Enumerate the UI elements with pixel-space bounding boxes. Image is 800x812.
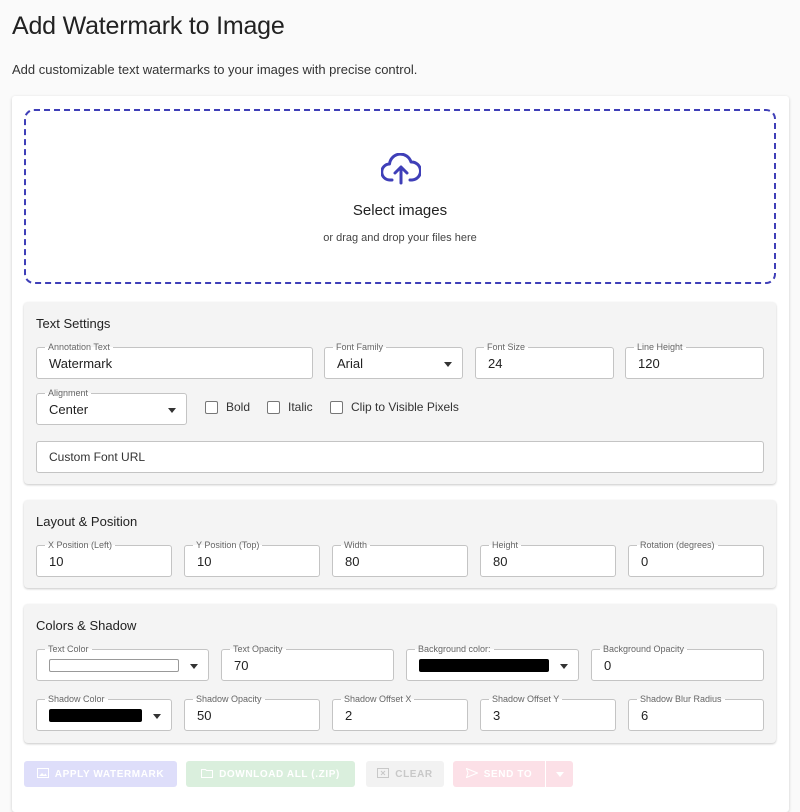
field-label: Shadow Offset X xyxy=(341,693,415,705)
checkbox-icon xyxy=(330,400,343,414)
shadow-offset-y-field[interactable]: Shadow Offset Y 3 xyxy=(480,693,616,731)
font-size-field[interactable]: Font Size 24 xyxy=(475,341,614,379)
field-value: 80 xyxy=(345,554,360,569)
button-label: DOWNLOAD ALL (.ZIP) xyxy=(219,768,340,780)
field-label: Font Size xyxy=(484,341,529,353)
background-color-picker[interactable]: Background color: xyxy=(406,643,579,681)
field-value: Arial xyxy=(337,356,364,371)
field-value: 6 xyxy=(641,708,649,723)
field-label: Line Height xyxy=(634,341,686,353)
field-label: Annotation Text xyxy=(45,341,113,353)
field-label: Rotation (degrees) xyxy=(637,539,718,551)
text-opacity-field[interactable]: Text Opacity 70 xyxy=(221,643,394,681)
checkbox-icon xyxy=(267,400,280,414)
shadow-color-picker[interactable]: Shadow Color xyxy=(36,693,172,731)
shadow-color-swatch xyxy=(49,709,142,722)
shadow-blur-radius-field[interactable]: Shadow Blur Radius 6 xyxy=(628,693,764,731)
section-title: Colors & Shadow xyxy=(36,618,137,633)
field-label: Background Opacity xyxy=(600,643,688,655)
checkbox-label: Bold xyxy=(226,400,251,414)
field-value: 24 xyxy=(488,356,503,371)
x-position-field[interactable]: X Position (Left) 10 xyxy=(36,539,172,577)
shadow-offset-x-field[interactable]: Shadow Offset X 2 xyxy=(332,693,468,731)
field-label: Height xyxy=(489,539,522,551)
download-all-zip-button[interactable]: DOWNLOAD ALL (.ZIP) xyxy=(186,761,355,787)
field-value: 0 xyxy=(641,554,649,569)
field-label: Text Opacity xyxy=(230,643,286,655)
field-label: Width xyxy=(341,539,371,551)
colors-shadow-section: Colors & Shadow Text Color Text Opacity … xyxy=(24,604,776,743)
field-placeholder: Custom Font URL xyxy=(49,450,146,464)
dropzone-title: Select images xyxy=(352,202,448,219)
line-height-field[interactable]: Line Height 120 xyxy=(625,341,764,379)
chevron-down-icon xyxy=(153,714,161,719)
field-label: Font Family xyxy=(333,341,387,353)
section-title: Text Settings xyxy=(36,316,111,331)
send-icon xyxy=(465,767,479,781)
clip-visible-pixels-checkbox[interactable]: Clip to Visible Pixels xyxy=(330,398,459,416)
folder-icon xyxy=(201,768,214,781)
background-color-swatch xyxy=(419,659,549,672)
width-field[interactable]: Width 80 xyxy=(332,539,468,577)
height-field[interactable]: Height 80 xyxy=(480,539,616,577)
apply-watermark-button[interactable]: APPLY WATERMARK xyxy=(24,761,177,787)
y-position-field[interactable]: Y Position (Top) 10 xyxy=(184,539,320,577)
field-label: Text Color xyxy=(45,643,92,655)
checkbox-icon xyxy=(205,400,218,414)
custom-font-url-field[interactable]: Custom Font URL xyxy=(36,441,764,473)
chevron-down-icon xyxy=(555,771,564,777)
layout-position-section: Layout & Position X Position (Left) 10 Y… xyxy=(24,500,776,588)
clear-button[interactable]: CLEAR xyxy=(366,761,444,787)
field-value: Watermark xyxy=(49,356,113,371)
text-color-swatch xyxy=(49,659,179,672)
image-icon xyxy=(36,767,49,781)
cloud-upload-icon xyxy=(381,153,421,185)
clear-icon xyxy=(377,767,390,781)
shadow-opacity-field[interactable]: Shadow Opacity 50 xyxy=(184,693,320,731)
field-value: 0 xyxy=(604,658,612,673)
field-value: 10 xyxy=(49,554,64,569)
text-settings-section: Text Settings Annotation Text Watermark … xyxy=(24,302,776,484)
field-value: 70 xyxy=(234,658,249,673)
field-value: 120 xyxy=(638,356,660,371)
field-value: 50 xyxy=(197,708,212,723)
field-label: Shadow Blur Radius xyxy=(637,693,725,705)
bold-checkbox[interactable]: Bold xyxy=(205,398,250,416)
field-value: Center xyxy=(49,402,89,417)
page-title: Add Watermark to Image xyxy=(12,12,285,40)
button-label: APPLY WATERMARK xyxy=(54,768,165,780)
field-value: 80 xyxy=(493,554,508,569)
checkbox-label: Clip to Visible Pixels xyxy=(351,400,459,414)
annotation-text-field[interactable]: Annotation Text Watermark xyxy=(36,341,313,379)
background-opacity-field[interactable]: Background Opacity 0 xyxy=(591,643,764,681)
field-label: Background color: xyxy=(415,643,494,655)
chevron-down-icon xyxy=(560,664,568,669)
button-label: CLEAR xyxy=(395,768,433,780)
field-label: Shadow Offset Y xyxy=(489,693,563,705)
rotation-field[interactable]: Rotation (degrees) 0 xyxy=(628,539,764,577)
page-subtitle: Add customizable text watermarks to your… xyxy=(12,62,418,77)
button-label: SEND TO xyxy=(483,768,533,780)
field-label: Alignment xyxy=(45,387,92,399)
dropzone-subtitle: or drag and drop your files here xyxy=(323,232,477,244)
font-family-select[interactable]: Font Family Arial xyxy=(324,341,463,379)
chevron-down-icon xyxy=(168,408,176,413)
italic-checkbox[interactable]: Italic xyxy=(267,398,313,416)
text-color-picker[interactable]: Text Color xyxy=(36,643,209,681)
alignment-select[interactable]: Alignment Center xyxy=(36,387,187,425)
section-title: Layout & Position xyxy=(36,514,138,529)
field-label: X Position (Left) xyxy=(45,539,116,551)
chevron-down-icon xyxy=(444,362,452,367)
send-to-dropdown-button[interactable] xyxy=(546,761,573,787)
field-label: Shadow Color xyxy=(45,693,108,705)
field-value: 3 xyxy=(493,708,501,723)
field-label: Shadow Opacity xyxy=(193,693,265,705)
field-label: Y Position (Top) xyxy=(193,539,263,551)
checkbox-label: Italic xyxy=(288,400,313,414)
image-dropzone[interactable]: Select images or drag and drop your file… xyxy=(24,109,776,284)
send-to-button[interactable]: SEND TO xyxy=(453,761,545,787)
chevron-down-icon xyxy=(190,664,198,669)
field-value: 2 xyxy=(345,708,353,723)
field-value: 10 xyxy=(197,554,212,569)
